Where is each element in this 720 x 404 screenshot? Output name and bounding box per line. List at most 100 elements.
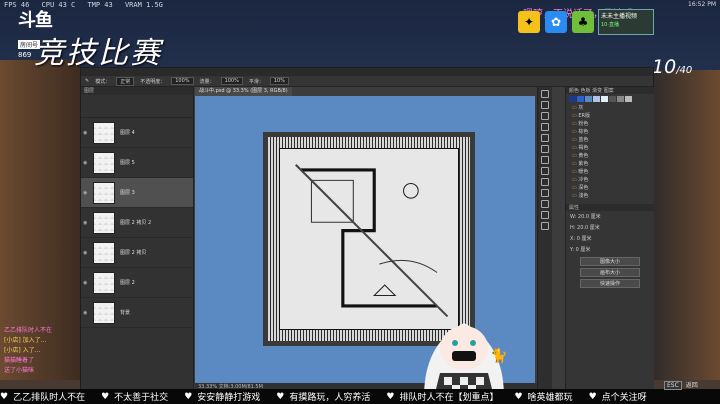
- move-tool-icon[interactable]: [541, 90, 549, 98]
- opt-flow-value[interactable]: 100%: [220, 77, 243, 85]
- prop-height[interactable]: H: 20.0 厘米: [566, 222, 654, 233]
- brush-icon[interactable]: ✎: [85, 78, 89, 84]
- eyedropper-tool-icon[interactable]: [541, 134, 549, 142]
- right-panels: 颜色 色板 渐变 图案 灰ER版粉色棕色蓝色褐色黄色紫色暖色冷色深色浅色 属性 …: [565, 87, 654, 391]
- swatch-folder[interactable]: 灰: [566, 104, 654, 112]
- prop-x[interactable]: X: 0 厘米: [566, 233, 654, 244]
- color-swatch[interactable]: [593, 96, 600, 102]
- swatch-folder[interactable]: 暖色: [566, 168, 654, 176]
- properties-header[interactable]: 属性: [566, 204, 654, 211]
- vtuber-avatar: [424, 323, 504, 397]
- avatar-eye-right: [470, 340, 476, 346]
- layer-thumbnail: [93, 301, 115, 324]
- visibility-eye-icon[interactable]: ◉: [83, 160, 89, 166]
- color-swatch[interactable]: [601, 96, 608, 102]
- color-swatch[interactable]: [585, 96, 592, 102]
- swatch-folder-list: 灰ER版粉色棕色蓝色褐色黄色紫色暖色冷色深色浅色: [566, 104, 654, 200]
- clock: 16:52 PM: [688, 1, 716, 8]
- tools-bar: [537, 87, 552, 391]
- chat-message: 乙乙排队时人不在: [4, 327, 53, 334]
- prop-width[interactable]: W: 20.0 厘米: [566, 211, 654, 222]
- heart-icon: ♥: [276, 391, 285, 402]
- ticker-item: 有摸路玩，人穷养活: [289, 393, 371, 403]
- swatch-row: [566, 94, 654, 104]
- sticker-green-icon: ♣: [572, 11, 594, 33]
- layer-row[interactable]: ◉ 图层 4: [81, 118, 193, 148]
- visibility-eye-icon[interactable]: ◉: [83, 220, 89, 226]
- swatch-folder[interactable]: 深色: [566, 184, 654, 192]
- layer-row[interactable]: ◉ 图层 5: [81, 148, 193, 178]
- marquee-tool-icon[interactable]: [541, 101, 549, 109]
- visibility-eye-icon[interactable]: ◉: [83, 280, 89, 286]
- opt-smooth-value[interactable]: 10%: [269, 77, 289, 85]
- layer-name: 图层 5: [120, 160, 135, 166]
- ticker-item: 乙乙排队时人不在: [13, 393, 86, 403]
- color-swatch[interactable]: [609, 96, 616, 102]
- sketch-sun: [403, 183, 419, 199]
- eraser-tool-icon[interactable]: [541, 167, 549, 175]
- prop-y[interactable]: Y: 0 厘米: [566, 244, 654, 255]
- layer-row[interactable]: ◉ 图层 2: [81, 268, 193, 298]
- ps-menubar[interactable]: [81, 68, 653, 76]
- swatch-folder[interactable]: 黄色: [566, 152, 654, 160]
- layer-row[interactable]: ◉ 图层 3: [81, 178, 193, 208]
- cat-icon: 🐈: [490, 347, 508, 363]
- progress-counter: 10/40: [652, 56, 692, 78]
- opt-mode-label: 模式：: [95, 78, 111, 85]
- color-swatch[interactable]: [577, 96, 584, 102]
- layers-controls[interactable]: [81, 95, 193, 118]
- stamp-tool-icon[interactable]: [541, 156, 549, 164]
- text-tool-icon[interactable]: [541, 200, 549, 208]
- quick-actions-button[interactable]: 快速操作: [580, 279, 640, 288]
- heart-icon: ♥: [0, 391, 9, 402]
- opt-mode-value[interactable]: 正常: [116, 76, 135, 86]
- heart-icon: ♥: [184, 391, 193, 402]
- document-tab[interactable]: 战斗中.psd @ 33.3% (图层 3, RGB/8): [195, 87, 292, 96]
- esc-key[interactable]: ESC: [664, 381, 682, 390]
- swatches-tabs[interactable]: 颜色 色板 渐变 图案: [566, 87, 654, 94]
- zoom-tool-icon[interactable]: [541, 222, 549, 230]
- swatch-folder[interactable]: 蓝色: [566, 136, 654, 144]
- color-swatch[interactable]: [625, 96, 632, 102]
- background-building-right: [650, 70, 720, 380]
- ticker-item: 啥英雄都玩: [527, 393, 573, 403]
- notice-title: 未未主播视频: [601, 13, 638, 20]
- temp-readout: TMP 43: [87, 1, 113, 9]
- opt-smooth-label: 平滑：: [248, 78, 264, 85]
- crop-tool-icon[interactable]: [541, 123, 549, 131]
- visibility-eye-icon[interactable]: ◉: [83, 190, 89, 196]
- hand-tool-icon[interactable]: [541, 211, 549, 219]
- lasso-tool-icon[interactable]: [541, 112, 549, 120]
- heart-icon: ♥: [386, 391, 395, 402]
- gradient-tool-icon[interactable]: [541, 178, 549, 186]
- color-swatch[interactable]: [617, 96, 624, 102]
- notice-sub: 10·直播: [601, 22, 619, 28]
- visibility-eye-icon[interactable]: ◉: [83, 250, 89, 256]
- swatch-folder[interactable]: 浅色: [566, 192, 654, 200]
- sticker-blue-icon: ✿: [545, 11, 567, 33]
- layers-header[interactable]: 图层: [81, 87, 193, 95]
- visibility-eye-icon[interactable]: ◉: [83, 130, 89, 136]
- heart-icon: ♥: [101, 391, 110, 402]
- swatch-folder[interactable]: 棕色: [566, 128, 654, 136]
- brush-tool-icon[interactable]: [541, 145, 549, 153]
- pen-tool-icon[interactable]: [541, 189, 549, 197]
- visibility-eye-icon[interactable]: ◉: [83, 310, 89, 316]
- esc-hint[interactable]: ESC 返回: [664, 380, 698, 390]
- swatch-folder[interactable]: 紫色: [566, 160, 654, 168]
- swatch-folder[interactable]: 褐色: [566, 144, 654, 152]
- layer-row[interactable]: ◉ 图层 2 拷贝 2: [81, 208, 193, 238]
- heart-icon: ♥: [514, 391, 523, 402]
- layer-row[interactable]: ◉ 背景: [81, 298, 193, 328]
- layer-name: 图层 3: [120, 190, 135, 196]
- image-size-button[interactable]: 图像大小: [580, 257, 640, 266]
- swatch-folder[interactable]: ER版: [566, 112, 654, 120]
- notice-card: 未未主播视频 10·直播: [598, 9, 654, 35]
- canvas-size-button[interactable]: 画布大小: [580, 268, 640, 277]
- swatch-folder[interactable]: 冷色: [566, 176, 654, 184]
- color-swatch[interactable]: [569, 96, 576, 102]
- bottom-ticker: ♥ 乙乙排队时人不在 ♥ 不太善于社交 ♥ 安安静静打游戏 ♥ 有摸路玩，人穷养活 ♥ 排队时人不…: [0, 389, 720, 404]
- opt-opacity-value[interactable]: 100%: [171, 77, 194, 85]
- layer-row[interactable]: ◉ 图层 2 拷贝: [81, 238, 193, 268]
- swatch-folder[interactable]: 粉色: [566, 120, 654, 128]
